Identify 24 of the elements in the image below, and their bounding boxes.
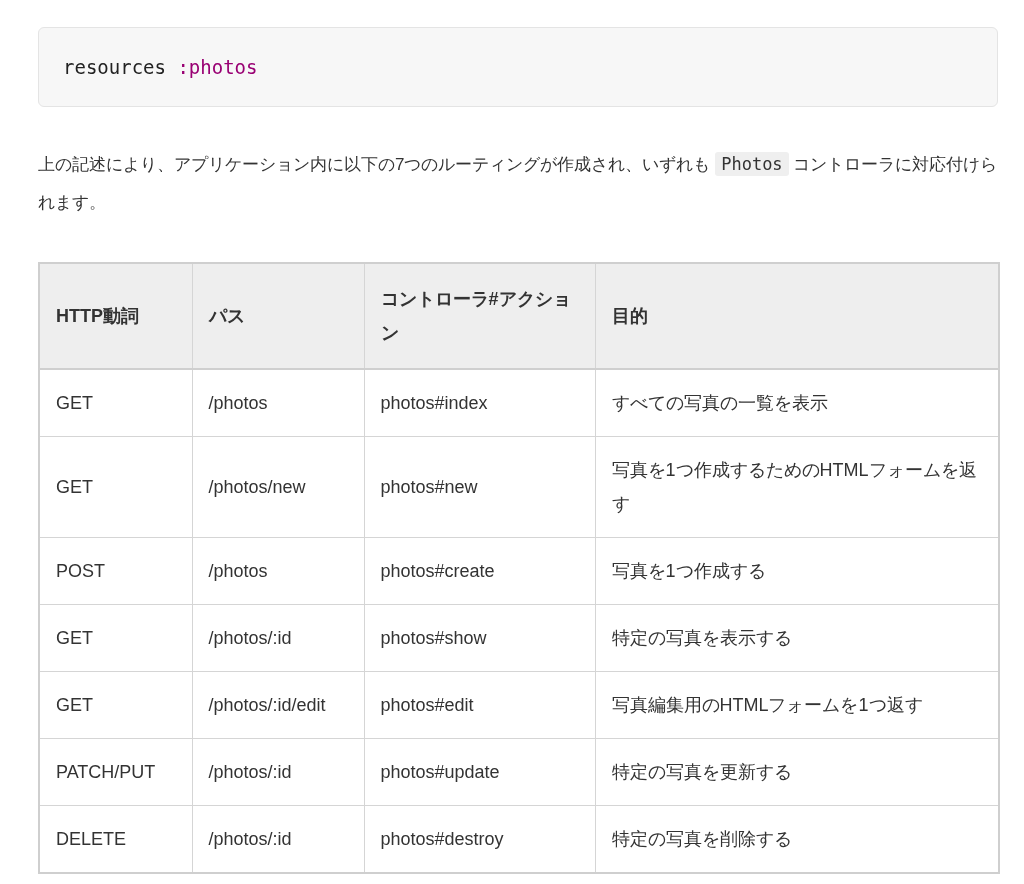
column-header: 目的	[595, 263, 999, 369]
table-cell: photos#update	[364, 738, 595, 806]
column-header: コントローラ#アクション	[364, 263, 595, 369]
table-cell: photos#show	[364, 604, 595, 672]
table-cell: /photos/:id/edit	[192, 671, 364, 739]
table-cell: photos#index	[364, 369, 595, 437]
table-cell: photos#new	[364, 436, 595, 538]
table-cell: photos#create	[364, 537, 595, 605]
table-cell: GET	[39, 436, 192, 538]
table-cell: /photos	[192, 537, 364, 605]
table-cell: GET	[39, 671, 192, 739]
table-cell: POST	[39, 537, 192, 605]
paragraph: 上の記述により、アプリケーション内に以下の7つのルーティングが作成され、いずれも Photos コントローラに対応付けられます。	[38, 151, 998, 214]
code-block: resources :photos	[38, 27, 998, 107]
table-cell: /photos/:id	[192, 604, 364, 672]
table-cell: photos#edit	[364, 671, 595, 739]
table-cell: /photos/:id	[192, 738, 364, 806]
column-header: パス	[192, 263, 364, 369]
table-cell: GET	[39, 369, 192, 437]
table-cell: GET	[39, 604, 192, 672]
table-cell: /photos	[192, 369, 364, 437]
table-cell: PATCH/PUT	[39, 738, 192, 806]
table-cell: /photos/new	[192, 436, 364, 538]
column-header: HTTP動詞	[39, 263, 192, 369]
